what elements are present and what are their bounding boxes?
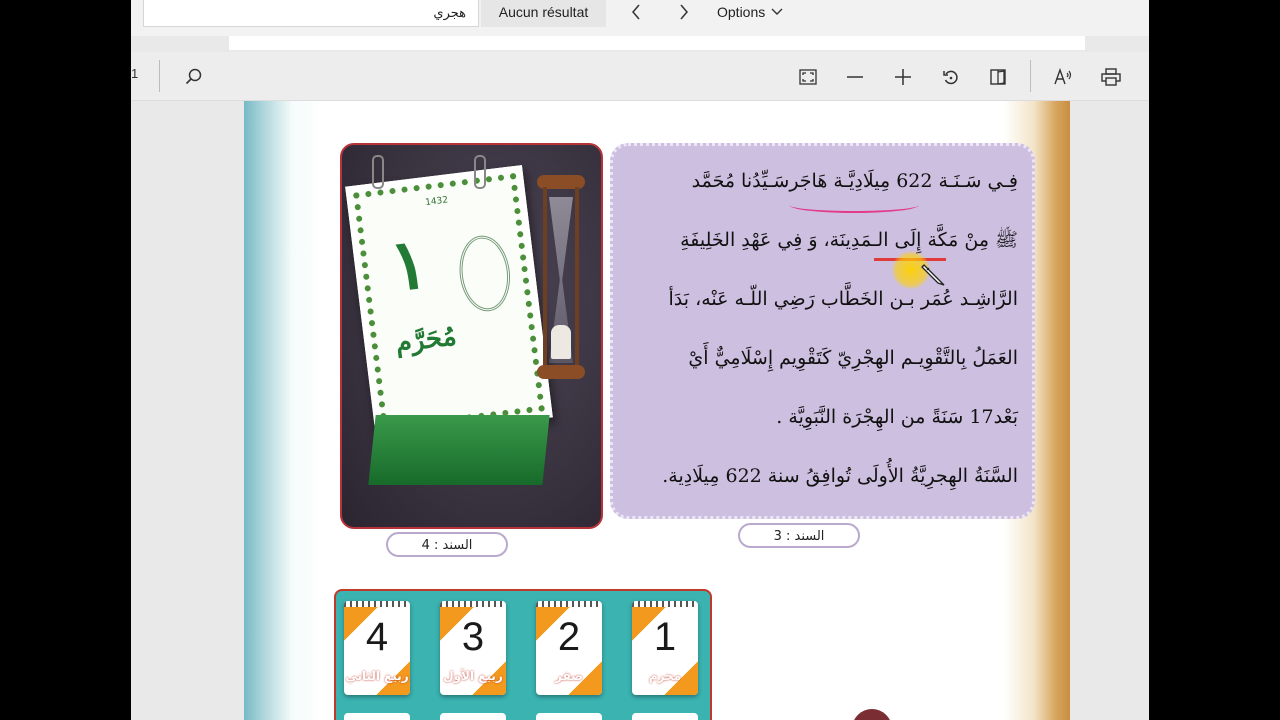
find-input[interactable] (144, 0, 478, 26)
chevron-right-icon (680, 4, 688, 20)
page-view-button[interactable] (985, 64, 1011, 90)
month-card-partial (344, 713, 410, 720)
pdf-viewer-window: Aucun résultat Options 1 (131, 0, 1149, 720)
month-card-binding (344, 601, 410, 607)
caption-document-4: السند : 4 (386, 532, 508, 557)
calendar-stand (368, 415, 550, 485)
month-card-binding (632, 601, 698, 607)
search-button[interactable] (181, 64, 207, 90)
hourglass-rod (543, 187, 547, 373)
calendar-photo: 1432 ١ مُحَرَّم (340, 143, 603, 529)
hourglass-rod (575, 187, 579, 373)
print-icon (1101, 68, 1121, 86)
read-aloud-button[interactable] (1051, 64, 1077, 90)
calendar-page: 1432 ١ مُحَرَّم (345, 165, 553, 439)
search-icon (185, 68, 202, 85)
read-aloud-icon (1054, 68, 1072, 85)
month-card-partial (632, 713, 698, 720)
find-next-button[interactable] (669, 0, 699, 24)
zoom-out-button[interactable] (842, 64, 868, 90)
text-line: العَمَلُ بِالتَّقْوِيـم الهِجْرِيّ كَتَق… (688, 347, 1018, 369)
illustration-fragment (852, 709, 892, 720)
month-number: 2 (557, 615, 581, 659)
find-result-status: Aucun résultat (481, 0, 606, 27)
text-line: الرَّاشِـد عُمَر بـن الخَطَّاب رَضِي الل… (668, 288, 1018, 310)
hourglass (537, 175, 585, 385)
find-bar: Aucun résultat Options (131, 0, 1149, 36)
hourglass-bottom (537, 365, 585, 379)
fullscreen-button[interactable] (795, 64, 821, 90)
month-name: ربيع الأول (443, 669, 503, 683)
month-number: 4 (365, 615, 389, 659)
toolbar-divider (1030, 60, 1031, 92)
find-options-label: Options (717, 4, 766, 20)
pink-ink-underline (789, 197, 919, 213)
page-view-icon (990, 69, 1006, 85)
pencil-cursor-icon (921, 264, 945, 286)
chevron-down-icon (771, 8, 783, 15)
caption-document-3: السند : 3 (738, 523, 860, 548)
month-card-binding (536, 601, 602, 607)
zoom-out-icon (847, 76, 863, 78)
month-card: 2 صفر (536, 601, 602, 695)
print-button[interactable] (1098, 64, 1124, 90)
month-card: 1 محرم (632, 601, 698, 695)
month-name: محرم (648, 669, 682, 683)
month-number: 3 (461, 615, 485, 659)
chevron-left-icon (632, 4, 640, 20)
rotate-button[interactable] (938, 64, 964, 90)
month-card-partial (536, 713, 602, 720)
month-number: 1 (653, 615, 677, 659)
page-number[interactable]: 1 (131, 66, 138, 81)
zoom-in-icon (895, 69, 911, 85)
fullscreen-icon (799, 69, 817, 85)
calendar-ring (474, 155, 486, 189)
month-card-partial (440, 713, 506, 720)
pdf-toolbar: 1 (131, 52, 1149, 101)
text-line: بَعْد17 سَنَةً من الهِجْرَة النَّبَوِيَّ… (776, 406, 1018, 428)
document-page: 1432 ١ مُحَرَّم فِـي سَـنَـة 622 مِيلَاد… (244, 101, 1070, 720)
find-input-wrapper (143, 0, 479, 27)
month-card: 3 ربيع الأول (440, 601, 506, 695)
text-line: السَّنَةُ الهِجرِيَّةُ الأُولَى تُوافِقُ… (662, 465, 1018, 487)
find-previous-button[interactable] (621, 0, 651, 24)
month-name: صفر (555, 669, 583, 683)
tab-strip-divider (229, 36, 1085, 50)
zoom-in-button[interactable] (890, 64, 916, 90)
toolbar-divider (159, 60, 160, 92)
rotate-icon (943, 70, 958, 85)
month-card: 4 ربيع الثاني (344, 601, 410, 695)
hourglass-sand (551, 325, 571, 359)
find-options-button[interactable]: Options (717, 0, 783, 24)
month-card-binding (440, 601, 506, 607)
month-name: ربيع الثاني (345, 669, 409, 683)
hijri-months-panel: 4 ربيع الثاني 3 ربيع الأول 2 صفر 1 محرم (334, 589, 712, 720)
text-line: ﷺ مِنْ مَكَّة إِلَى الـمَدِينَة، وَ فِي … (680, 229, 1018, 251)
calendar-ring (372, 155, 384, 189)
